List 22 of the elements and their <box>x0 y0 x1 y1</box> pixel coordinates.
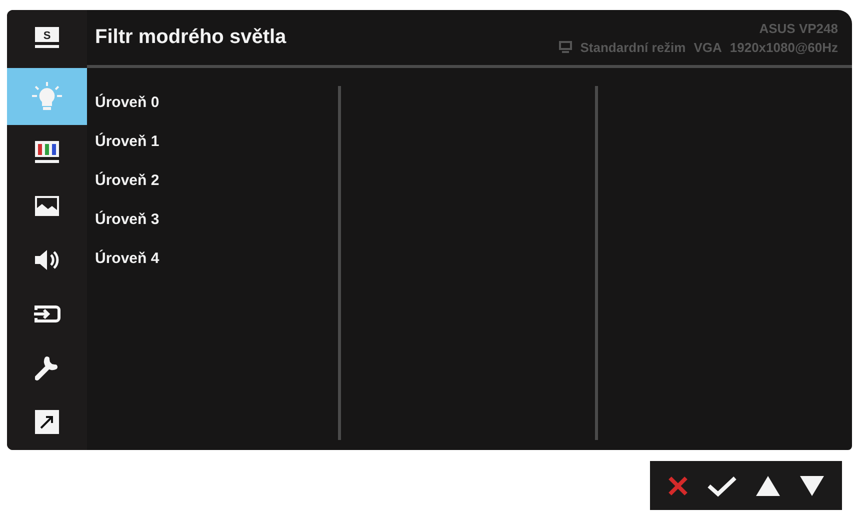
check-icon[interactable] <box>707 474 737 496</box>
model-name: ASUS VP248 <box>759 20 838 36</box>
wrench-icon <box>35 355 59 381</box>
landscape-icon <box>35 196 59 216</box>
lightbulb-icon <box>30 82 64 112</box>
input-icon <box>33 303 61 325</box>
down-arrow-icon[interactable] <box>799 474 825 496</box>
menu-title: Filtr modrého světla <box>95 26 286 49</box>
color-bars-icon <box>35 141 59 163</box>
status-text: VGA <box>694 40 722 54</box>
monitor-icon <box>559 41 572 53</box>
shortcut-icon <box>35 410 59 434</box>
speaker-icon <box>34 249 60 271</box>
level-option[interactable]: Úroveň 0 <box>95 92 338 113</box>
status-text: 1920x1080@60Hz <box>730 40 838 54</box>
level-option[interactable]: Úroveň 4 <box>95 248 338 269</box>
up-arrow-icon[interactable] <box>755 474 781 496</box>
level-option[interactable]: Úroveň 1 <box>95 131 338 152</box>
level-option[interactable]: Úroveň 2 <box>95 170 338 191</box>
status-text: Standardní režim <box>580 40 686 54</box>
level-option[interactable]: Úroveň 3 <box>95 209 338 230</box>
close-icon[interactable] <box>667 474 689 496</box>
